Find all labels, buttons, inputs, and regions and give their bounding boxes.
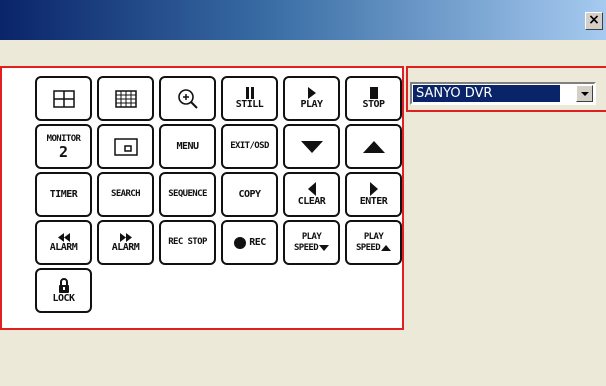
menu-label: MENU (176, 141, 199, 152)
stop-label: STOP (362, 99, 385, 110)
rec-stop-button[interactable]: REC STOP (159, 220, 216, 265)
copy-button[interactable]: COPY (221, 172, 278, 217)
split-16-button[interactable] (97, 76, 154, 121)
clear-button[interactable]: CLEAR (283, 172, 340, 217)
play-speed-down-label-2: SPEED (293, 242, 319, 253)
rec-button[interactable]: REC (221, 220, 278, 265)
triangle-right-icon (369, 182, 379, 196)
search-button[interactable]: SEARCH (97, 172, 154, 217)
triangle-up-icon (362, 140, 386, 154)
triangle-up-icon (381, 245, 392, 251)
lock-label: LOCK (52, 292, 75, 304)
down-button[interactable] (283, 124, 340, 169)
lock-button[interactable]: LOCK (35, 268, 92, 313)
still-button[interactable]: STILL (221, 76, 278, 121)
fast-forward-icon (119, 232, 133, 242)
button-grid: STILL PLAY STOP MONITOR 2 MENU EXIT/OSD (35, 76, 402, 313)
pip-button[interactable] (97, 124, 154, 169)
title-bar: × (0, 0, 606, 40)
pause-icon (245, 87, 255, 99)
search-label: SEARCH (111, 189, 141, 199)
stop-icon (369, 87, 379, 99)
menu-button[interactable]: MENU (159, 124, 216, 169)
sequence-button[interactable]: SEQUENCE (159, 172, 216, 217)
monitor-number: 2 (58, 142, 69, 161)
still-label: STILL (235, 99, 264, 110)
enter-button[interactable]: ENTER (345, 172, 402, 217)
play-icon (307, 87, 317, 99)
rec-stop-label: REC STOP (168, 237, 207, 247)
close-button[interactable]: × (585, 12, 603, 30)
exit-osd-button[interactable]: EXIT/OSD (221, 124, 278, 169)
copy-label: COPY (238, 189, 261, 200)
triangle-down-icon (300, 140, 324, 154)
alarm-rewind-button[interactable]: ALARM (35, 220, 92, 265)
enter-label: ENTER (359, 196, 388, 207)
rewind-icon (57, 232, 71, 242)
alarm-forward-label: ALARM (111, 241, 140, 253)
zoom-in-icon (177, 88, 199, 110)
alarm-rewind-label: ALARM (49, 241, 78, 253)
play-speed-up-label-2: SPEED (355, 242, 381, 253)
quad-split-icon (52, 89, 75, 108)
lock-icon (58, 277, 70, 293)
grid-16-icon (114, 89, 137, 108)
monitor-2-button[interactable]: MONITOR 2 (35, 124, 92, 169)
record-dot-icon (233, 236, 247, 250)
timer-button[interactable]: TIMER (35, 172, 92, 217)
exit-osd-label: EXIT/OSD (230, 141, 269, 151)
triangle-down-icon (319, 245, 330, 251)
zoom-button[interactable] (159, 76, 216, 121)
play-label: PLAY (300, 99, 323, 110)
up-button[interactable] (345, 124, 402, 169)
picture-in-picture-icon (113, 137, 138, 156)
timer-label: TIMER (49, 189, 78, 200)
split-4-button[interactable] (35, 76, 92, 121)
chevron-down-icon[interactable] (576, 85, 593, 102)
clear-label: CLEAR (297, 196, 326, 207)
play-speed-up-button[interactable]: PLAY SPEED (345, 220, 402, 265)
dvr-select-value: SANYO DVR (413, 85, 560, 102)
close-icon: × (588, 12, 600, 28)
play-button[interactable]: PLAY (283, 76, 340, 121)
triangle-left-icon (307, 182, 317, 196)
dvr-select[interactable]: SANYO DVR (410, 82, 596, 105)
rec-label: REC (249, 237, 266, 248)
play-speed-down-button[interactable]: PLAY SPEED (283, 220, 340, 265)
play-speed-up-label-1: PLAY (363, 231, 384, 242)
alarm-forward-button[interactable]: ALARM (97, 220, 154, 265)
sequence-label: SEQUENCE (168, 189, 207, 199)
play-speed-down-label-1: PLAY (301, 231, 322, 242)
stop-button[interactable]: STOP (345, 76, 402, 121)
